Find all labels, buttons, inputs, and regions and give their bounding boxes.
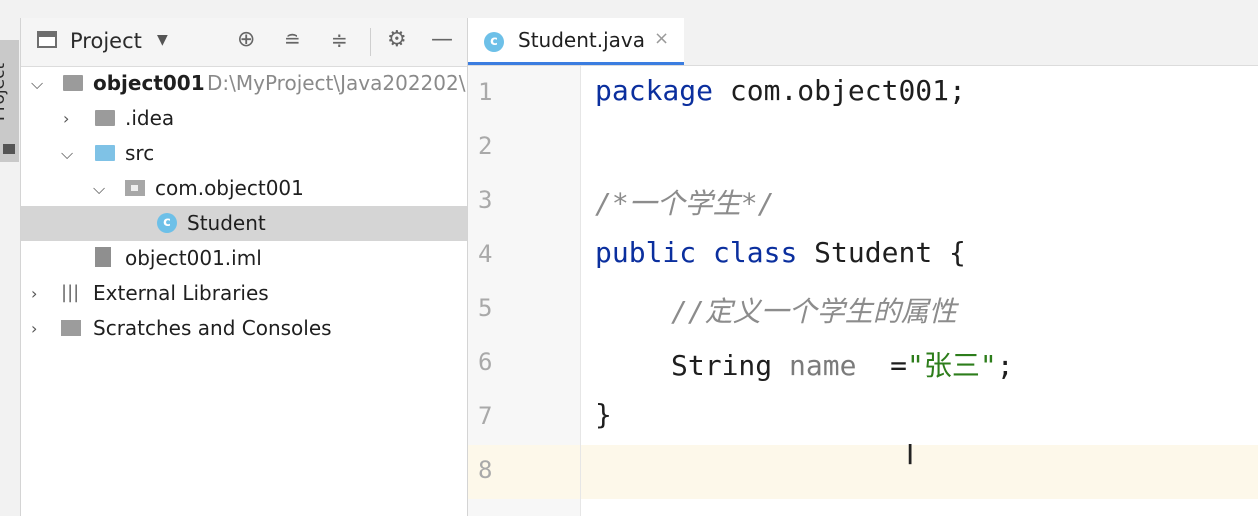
tree-item-object001[interactable]: ⌵ object001 D:\MyProject\Java202202\ [21, 66, 467, 101]
tree-item-label: External Libraries [93, 281, 269, 305]
tree-item-label: .idea [125, 106, 175, 130]
current-line-highlight [581, 445, 1258, 499]
iml-file-icon [95, 247, 111, 267]
source-folder-icon [95, 145, 115, 161]
expand-all-icon[interactable]: ≘ [284, 28, 301, 52]
project-tool-window-tab[interactable]: Project [0, 40, 19, 162]
folder-icon [3, 144, 15, 154]
code-editor: c Student.java × 1 2 3 4 5 6 7 8 package… [468, 18, 1258, 516]
tree-item-label: Scratches and Consoles [93, 316, 332, 340]
chevron-down-icon[interactable]: ▼ [157, 32, 168, 48]
tree-item-src[interactable]: ⌵ src [21, 136, 467, 171]
gear-icon[interactable]: ⚙ [387, 28, 407, 52]
tree-item-package[interactable]: ⌵ com.object001 [21, 171, 467, 206]
minimize-icon[interactable]: — [431, 28, 453, 52]
code-line-6: String name ="张三"; [671, 349, 1014, 382]
code-area[interactable]: package com.object001; /*一个学生*/ public c… [581, 66, 1258, 516]
chevron-right-icon[interactable]: › [31, 276, 37, 311]
chevron-down-icon[interactable]: ⌵ [31, 66, 43, 101]
tree-item-scratches[interactable]: › Scratches and Consoles [21, 311, 467, 346]
collapse-all-icon[interactable]: ≑ [331, 28, 348, 52]
chevron-right-icon[interactable]: › [63, 101, 69, 136]
toolbar-divider [370, 28, 371, 56]
tree-item-iml[interactable]: object001.iml [21, 241, 467, 276]
java-class-icon: c [157, 213, 177, 233]
folder-icon [95, 110, 115, 126]
text-cursor-icon: I [906, 438, 915, 471]
code-line-4: public class Student { [595, 236, 966, 269]
chevron-down-icon[interactable]: ⌵ [93, 171, 105, 206]
title-strip [0, 0, 1258, 19]
scratches-icon [61, 320, 81, 336]
project-panel: Project ▼ ⊕ ≘ ≑ ⚙ — ⌵ object001 D:\MyPro… [21, 18, 468, 516]
tree-item-external-libraries[interactable]: › ||| External Libraries [21, 276, 467, 311]
chevron-right-icon[interactable]: › [31, 311, 37, 346]
project-panel-title[interactable]: Project [70, 29, 142, 53]
package-icon [125, 180, 145, 196]
tree-item-idea[interactable]: › .idea [21, 101, 467, 136]
close-icon[interactable]: × [654, 28, 669, 49]
locate-file-icon[interactable]: ⊕ [237, 28, 255, 52]
tree-item-student[interactable]: c Student [21, 206, 467, 241]
libraries-icon: ||| [61, 282, 80, 303]
tree-item-label: object001 [93, 71, 205, 95]
tab-student-java[interactable]: c Student.java × [468, 18, 684, 65]
tree-item-label: com.object001 [155, 176, 304, 200]
tree-item-label: src [125, 141, 155, 165]
code-line-7: } [595, 398, 612, 431]
left-tool-strip: Project [0, 18, 21, 516]
project-view-icon [37, 31, 57, 48]
code-line-5: //定义一个学生的属性 [671, 295, 957, 328]
project-panel-toolbar: Project ▼ ⊕ ≘ ≑ ⚙ — [21, 18, 467, 67]
module-folder-icon [63, 75, 83, 91]
chevron-down-icon[interactable]: ⌵ [61, 136, 73, 171]
code-line-3: /*一个学生*/ [595, 187, 775, 220]
line-number-gutter: 1 2 3 4 5 6 7 8 [468, 66, 581, 516]
tree-item-label: object001.iml [125, 246, 262, 270]
code-line-1: package com.object001; [595, 74, 966, 107]
tree-item-label: Student [187, 211, 266, 235]
java-class-icon: c [484, 32, 504, 52]
editor-tab-bar: c Student.java × [468, 18, 1258, 66]
project-path: D:\MyProject\Java202202\ [207, 71, 466, 95]
tab-label: Student.java [518, 28, 645, 52]
project-tool-window-tab-label: Project [0, 62, 10, 122]
